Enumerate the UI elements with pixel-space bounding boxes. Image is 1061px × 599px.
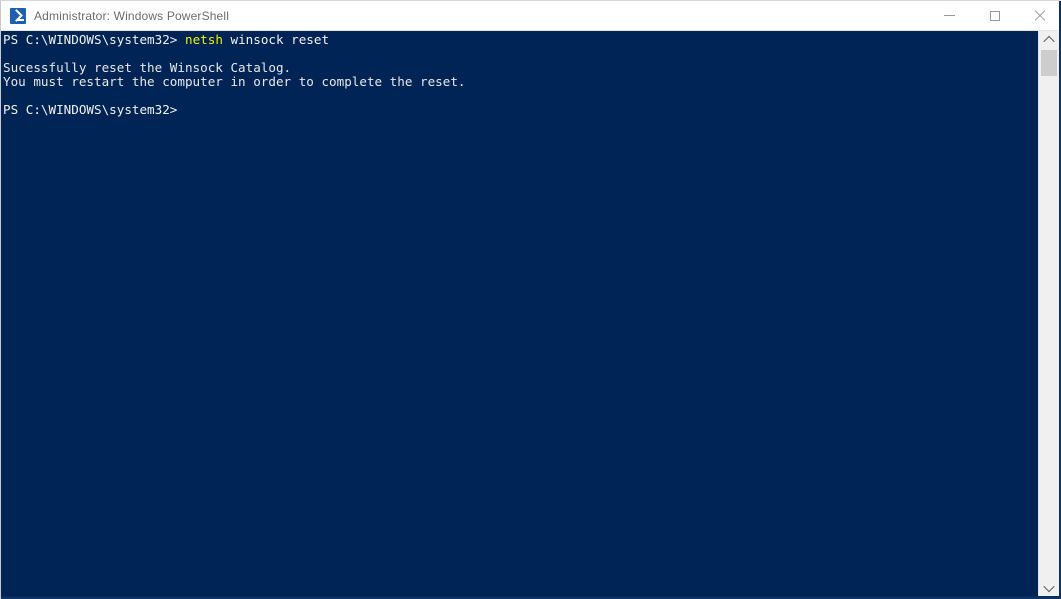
line-output-1: Sucessfully reset the Winsock Catalog.: [3, 61, 1038, 75]
line-blank-2: [3, 89, 1038, 103]
scrollbar-thumb[interactable]: [1041, 50, 1057, 76]
close-button[interactable]: [1017, 1, 1061, 30]
console-output-area[interactable]: PS C:\WINDOWS\system32> netsh winsock re…: [1, 31, 1038, 597]
title-bar[interactable]: Administrator: Windows PowerShell: [1, 1, 1061, 31]
powershell-window: Administrator: Windows PowerShell PS C:\…: [0, 0, 1061, 599]
console-scrollbar[interactable]: [1038, 31, 1059, 597]
console-text-segment: You must restart the computer in order t…: [3, 74, 466, 89]
chevron-up-icon: [1043, 35, 1055, 48]
powershell-prompt-icon: [10, 7, 26, 24]
minimize-button[interactable]: [927, 1, 972, 30]
line-prompt-1: PS C:\WINDOWS\system32> netsh winsock re…: [3, 33, 1038, 47]
line-output-2: You must restart the computer in order t…: [3, 75, 1038, 89]
maximize-button[interactable]: [972, 1, 1017, 30]
console-text: PS C:\WINDOWS\system32> netsh winsock re…: [3, 33, 1038, 117]
console-text-segment: netsh: [184, 32, 223, 47]
chevron-down-icon: [1043, 580, 1055, 593]
console-text-segment: Sucessfully reset the Winsock Catalog.: [3, 60, 292, 75]
scrollbar-down-button[interactable]: [1039, 579, 1059, 597]
line-blank-1: [3, 47, 1038, 61]
console-text-segment: winsock reset: [222, 32, 330, 47]
minimize-icon: [944, 15, 955, 16]
prompt-underscore-shape: [17, 18, 24, 21]
scrollbar-up-button[interactable]: [1039, 31, 1059, 49]
maximize-icon: [989, 10, 1000, 21]
window-title: Administrator: Windows PowerShell: [34, 8, 230, 23]
line-prompt-2: PS C:\WINDOWS\system32>: [3, 103, 1038, 117]
window-controls: [927, 1, 1061, 30]
console-text-segment: PS C:\WINDOWS\system32>: [3, 102, 178, 117]
console-text-segment: PS C:\WINDOWS\system32>: [3, 32, 185, 47]
close-icon: [1034, 10, 1046, 22]
